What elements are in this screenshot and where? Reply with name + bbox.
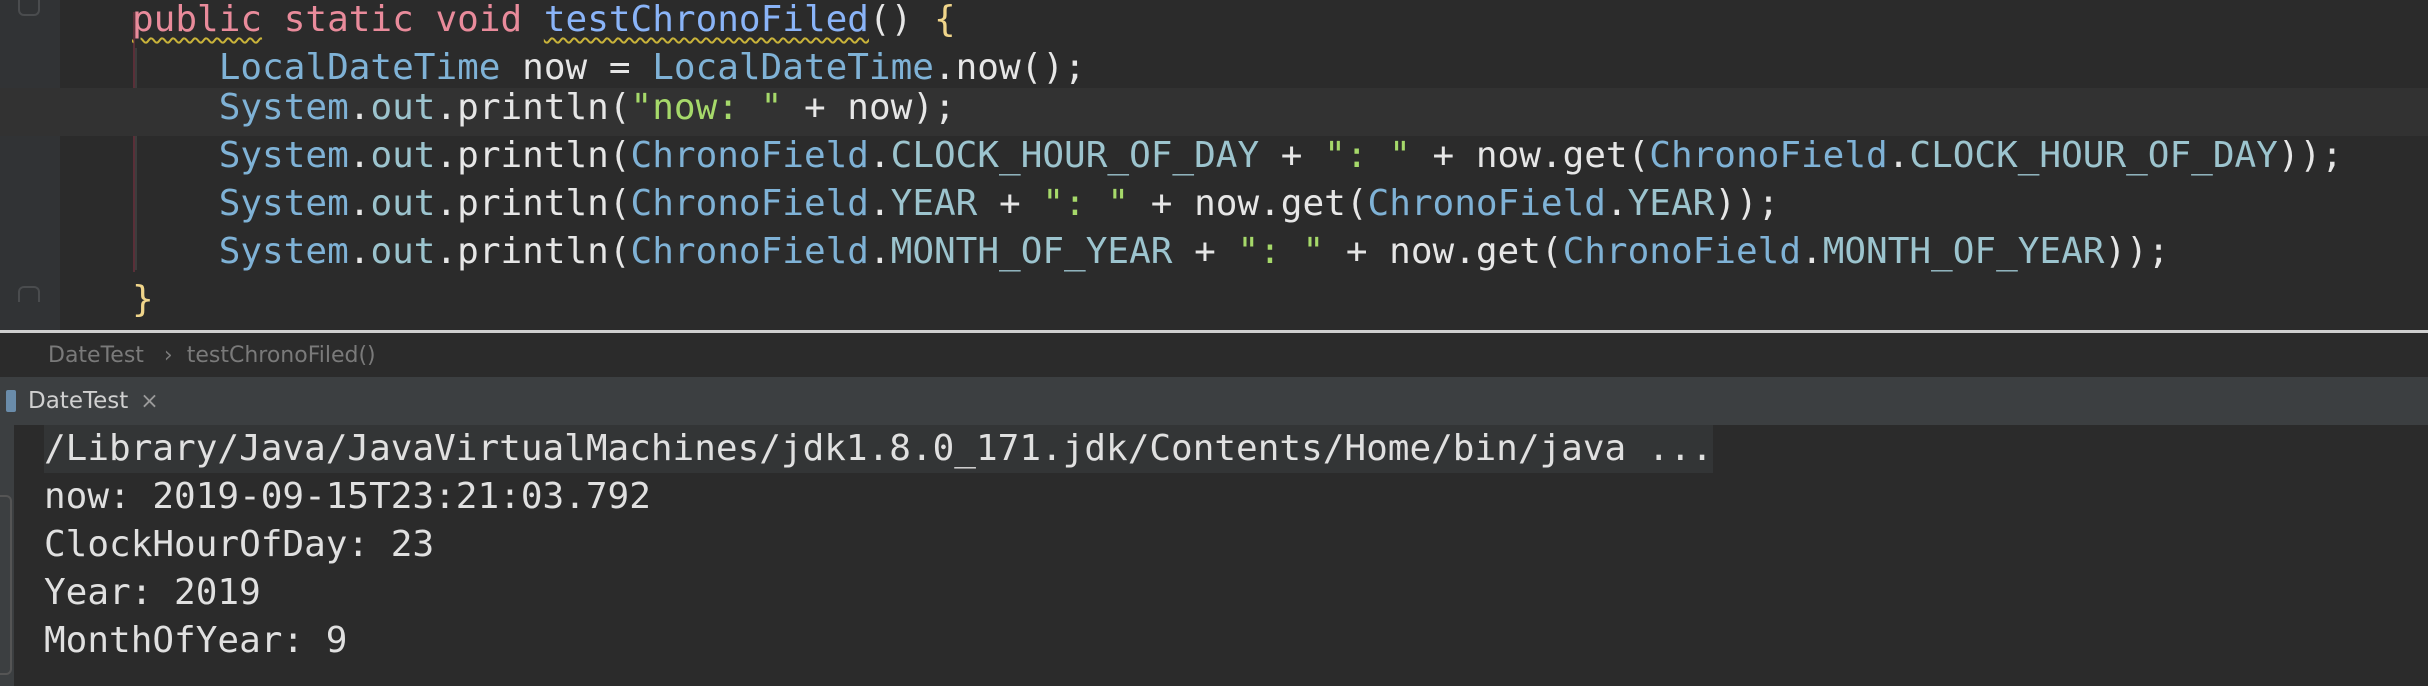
- tab-datetest[interactable]: DateTest ×: [0, 377, 171, 425]
- code-token: +: [1259, 135, 1325, 176]
- code-line[interactable]: System.out.println(ChronoField.YEAR + ":…: [0, 183, 2428, 232]
- chevron-right-icon: ›: [163, 342, 173, 368]
- code-token: .: [1801, 231, 1823, 272]
- code-token: .println(: [435, 135, 631, 176]
- code-token: ChronoField: [1367, 183, 1606, 224]
- code-token: .: [868, 135, 891, 176]
- console-line: now: 2019-09-15T23:21:03.792: [44, 476, 651, 517]
- code-token: out: [370, 231, 436, 272]
- code-token: + now);: [782, 87, 956, 128]
- console-output[interactable]: /Library/Java/JavaVirtualMachines/jdk1.8…: [0, 425, 2428, 686]
- breadcrumb: DateTest › testChronoFiled(): [0, 333, 2428, 377]
- code-token: {: [934, 0, 956, 40]
- code-token: .println(: [435, 183, 631, 224]
- code-token: CLOCK_HOUR_OF_DAY: [890, 135, 1260, 176]
- code-token: .: [1887, 135, 1910, 176]
- code-token: ));: [2277, 135, 2343, 176]
- code-token: .: [348, 135, 371, 176]
- breadcrumb-method[interactable]: testChronoFiled(): [187, 343, 376, 368]
- code-token: ": ": [1324, 135, 1411, 176]
- code-token: out: [370, 135, 436, 176]
- code-token: System: [218, 183, 349, 224]
- code-token: ));: [2104, 231, 2170, 272]
- code-token: .println(: [435, 231, 631, 272]
- tab-label: DateTest: [28, 388, 129, 414]
- code-token: .: [868, 231, 891, 272]
- code-line-current[interactable]: System.out.println("now: " + now);: [0, 87, 2428, 136]
- code-token: .: [348, 87, 371, 128]
- code-token: .: [868, 183, 891, 224]
- code-line[interactable]: public static void testChronoFiled() {: [0, 0, 2428, 48]
- code-token: ChronoField: [630, 231, 869, 272]
- code-editor[interactable]: public static void testChronoFiled() { L…: [0, 0, 2428, 330]
- code-line[interactable]: }: [0, 279, 2428, 328]
- code-token: ChronoField: [630, 135, 869, 176]
- code-token: System: [218, 231, 349, 272]
- console-line: /Library/Java/JavaVirtualMachines/jdk1.8…: [44, 425, 1713, 473]
- code-token: CLOCK_HOUR_OF_DAY: [1909, 135, 2278, 176]
- code-token: + now.get(: [1129, 183, 1368, 224]
- code-line[interactable]: System.out.println(ChronoField.MONTH_OF_…: [0, 231, 2428, 280]
- code-token: now =: [500, 47, 653, 88]
- console-gutter: [0, 425, 14, 686]
- code-token: .println(: [435, 87, 631, 128]
- close-icon[interactable]: ×: [140, 389, 158, 414]
- fold-marker-icon: [0, 495, 12, 675]
- code-token: ChronoField: [1649, 135, 1888, 176]
- code-line[interactable]: System.out.println(ChronoField.CLOCK_HOU…: [0, 135, 2428, 184]
- code-token: YEAR: [1627, 183, 1715, 224]
- code-token: +: [977, 183, 1043, 224]
- code-token: +: [1172, 231, 1238, 272]
- code-token: }: [132, 279, 154, 320]
- code-token: YEAR: [890, 183, 978, 224]
- code-token: .: [1605, 183, 1628, 224]
- code-token: MONTH_OF_YEAR: [890, 231, 1173, 272]
- code-token: .: [348, 231, 371, 272]
- code-token: + now.get(: [1410, 135, 1650, 176]
- code-token: ChronoField: [1562, 231, 1801, 272]
- code-token: testChronoFiled: [543, 0, 869, 40]
- console-line: Year: 2019: [44, 572, 261, 613]
- code-token: + now.get(: [1324, 231, 1563, 272]
- code-token: public: [132, 0, 263, 40]
- code-token: System: [218, 135, 349, 176]
- console-line: ClockHourOfDay: 23: [44, 524, 435, 565]
- code-token: out: [370, 183, 436, 224]
- code-token: LocalDateTime: [218, 47, 501, 88]
- code-token: ChronoField: [630, 183, 869, 224]
- run-config-icon: [6, 390, 16, 412]
- code-token: ": ": [1237, 231, 1325, 272]
- code-token: .: [348, 183, 371, 224]
- console-line: MonthOfYear: 9: [44, 620, 348, 661]
- code-token: void: [435, 0, 523, 40]
- code-token: LocalDateTime: [652, 47, 934, 88]
- code-token: System: [218, 87, 349, 128]
- run-tool-window-tabs: DateTest ×: [0, 377, 2428, 425]
- code-token: out: [370, 87, 436, 128]
- code-token: (): [868, 0, 934, 40]
- code-token: MONTH_OF_YEAR: [1822, 231, 2105, 272]
- code-token: ": ": [1042, 183, 1130, 224]
- code-token: "now: ": [630, 87, 783, 128]
- code-token: static: [283, 0, 414, 40]
- code-token: ));: [1714, 183, 1780, 224]
- breadcrumb-class[interactable]: DateTest: [48, 343, 144, 368]
- code-token: .now();: [933, 47, 1086, 88]
